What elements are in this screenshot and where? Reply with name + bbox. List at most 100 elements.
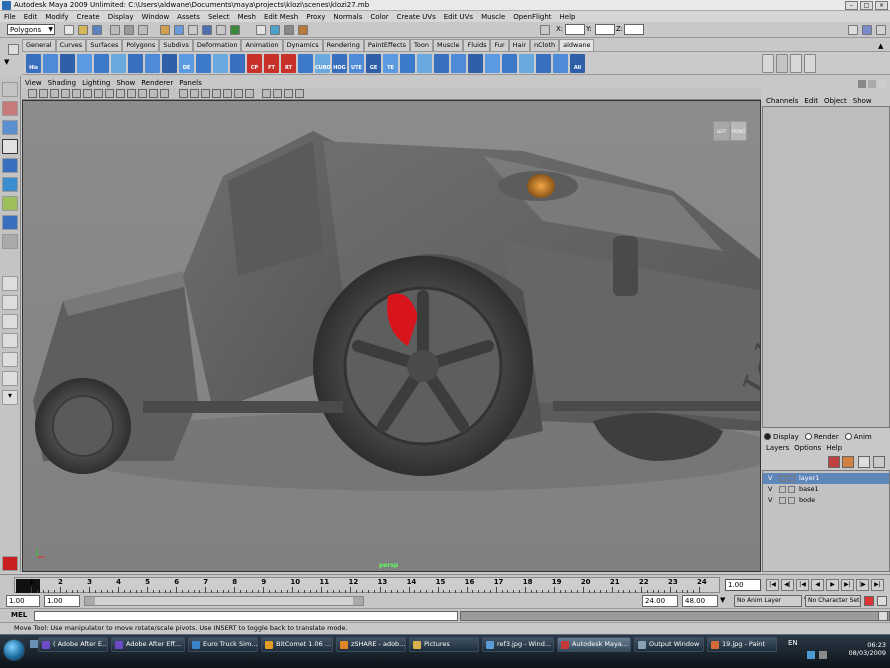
new-scene-icon[interactable] [64, 25, 74, 35]
layer-color-box[interactable] [788, 475, 795, 482]
cb-menu-object[interactable]: Object [824, 97, 847, 105]
shelf-tool-icon[interactable]: CUBO [315, 54, 331, 73]
mel-label[interactable]: MEL [11, 611, 27, 619]
select-camera-icon[interactable] [28, 89, 37, 98]
input-line-menu-icon[interactable] [540, 25, 550, 35]
shelf-tool-icon[interactable] [94, 54, 109, 73]
snap-point-icon[interactable] [216, 25, 226, 35]
layer-menu-options[interactable]: Options [794, 444, 821, 452]
snap-plane-icon[interactable] [230, 25, 240, 35]
taskbar-item[interactable]: 19.jpg - Paint [707, 637, 777, 652]
taskbar-item[interactable]: Pictures [409, 637, 479, 652]
shelf-tool-icon[interactable] [451, 54, 466, 73]
menu-edit[interactable]: Edit [24, 13, 38, 21]
scale-tool-icon[interactable] [2, 177, 18, 192]
layout-outliner-icon[interactable] [2, 352, 18, 367]
soft-mod-tool-icon[interactable] [2, 215, 18, 230]
xray-icon[interactable] [273, 89, 282, 98]
tab-dynamics[interactable]: Dynamics [282, 39, 323, 51]
view-cube-left[interactable]: LEFT [713, 121, 730, 141]
shelf-scroll-up-icon[interactable]: ▲ [878, 42, 883, 50]
shelf-tool-icon[interactable] [145, 54, 160, 73]
tab-fluids[interactable]: Fluids [463, 39, 491, 51]
layer-row[interactable]: V base1 [763, 484, 889, 495]
maximize-button[interactable]: □ [860, 1, 873, 10]
menu-color[interactable]: Color [370, 13, 388, 21]
play-backwards-button[interactable]: ◀ [811, 579, 824, 591]
animation-end-field[interactable]: 48.00 [682, 595, 718, 607]
tab-subdivs[interactable]: Subdivs [159, 39, 193, 51]
grid-icon[interactable] [94, 89, 103, 98]
character-set-dropdown[interactable]: No Character Set [805, 595, 861, 607]
layer-visibility[interactable]: V [768, 495, 772, 505]
image-plane-icon[interactable] [72, 89, 81, 98]
shelf-tool-icon[interactable]: TE [383, 54, 398, 73]
menu-proxy[interactable]: Proxy [306, 13, 325, 21]
channel-box[interactable] [762, 106, 890, 428]
taskbar-item[interactable]: zSHARE - adob... [336, 637, 406, 652]
open-scene-icon[interactable] [78, 25, 88, 35]
layout-more-icon[interactable]: ▾ [2, 390, 18, 405]
layer-visibility[interactable]: V [768, 484, 772, 494]
radio-render[interactable]: Render [804, 433, 839, 441]
safe-title-icon[interactable] [160, 89, 169, 98]
select-object-icon[interactable] [124, 25, 134, 35]
wire-on-shaded-icon[interactable] [201, 89, 210, 98]
play-forwards-button[interactable]: ▶ [826, 579, 839, 591]
playback-end-field[interactable]: 24.00 [642, 595, 678, 607]
tab-deformation[interactable]: Deformation [192, 39, 242, 51]
wireframe-icon[interactable] [179, 89, 188, 98]
layout-single-icon[interactable] [2, 276, 18, 291]
default-quality-icon[interactable] [295, 89, 304, 98]
render-view-icon[interactable] [256, 25, 266, 35]
menu-create[interactable]: Create [76, 13, 99, 21]
cb-menu-show[interactable]: Show [853, 97, 872, 105]
perspective-viewport[interactable]: Jaldwane LEFT FRONT persp [22, 100, 761, 572]
tab-curves[interactable]: Curves [55, 39, 87, 51]
xray-joints-icon[interactable] [284, 89, 293, 98]
shelf-editor-icon[interactable] [762, 54, 774, 73]
shelf-tool-icon[interactable] [196, 54, 211, 73]
taskbar-item[interactable]: Adobe After Eff... [111, 637, 185, 652]
view-cube-front[interactable]: FRONT [730, 121, 747, 141]
layout-four-icon[interactable] [2, 295, 18, 310]
shelf-tool-icon[interactable]: RT [281, 54, 296, 73]
layer-row[interactable]: V layer1 [763, 473, 889, 484]
menu-modify[interactable]: Modify [45, 13, 68, 21]
menu-edit-uvs[interactable]: Edit UVs [444, 13, 473, 21]
bookmark-icon[interactable] [61, 89, 70, 98]
render-icon[interactable] [270, 25, 280, 35]
time-slider-bar[interactable]: 1 2 3 4 5 6 7 8 9 10 11 12 13 14 15 16 17 18 19 20 21 22 23 24 [14, 577, 720, 593]
layout-two-stack-icon[interactable] [2, 333, 18, 348]
taskbar-item[interactable]: ( Adobe After E... [38, 637, 108, 652]
lasso-tool-icon[interactable] [2, 101, 18, 116]
taskbar-item[interactable]: Output Window [634, 637, 704, 652]
layer-color-box[interactable] [788, 497, 795, 504]
clock[interactable]: 06:23 08/03/2009 [849, 641, 886, 657]
layer-editor-icon[interactable] [868, 80, 876, 88]
menu-help[interactable]: Help [560, 13, 576, 21]
tab-aldwane[interactable]: aldwane [559, 39, 595, 51]
tab-animation[interactable]: Animation [241, 39, 283, 51]
camera-attr-icon[interactable] [50, 89, 59, 98]
range-slider-bar[interactable] [84, 596, 364, 606]
menu-display[interactable]: Display [108, 13, 134, 21]
new-layer-selected-icon[interactable] [842, 456, 854, 468]
shelf-tool-icon[interactable] [553, 54, 568, 73]
select-hierarchy-icon[interactable] [110, 25, 120, 35]
language-indicator[interactable]: EN [788, 639, 798, 647]
lights-icon[interactable] [234, 89, 243, 98]
shelf-editor-icon[interactable] [804, 54, 816, 73]
menu-select[interactable]: Select [208, 13, 230, 21]
z-field[interactable] [624, 24, 644, 35]
layer-editor-toggle-icon[interactable] [858, 456, 870, 468]
layout-graph-icon[interactable] [2, 371, 18, 386]
2d-pan-icon[interactable] [83, 89, 92, 98]
layer-menu-help[interactable]: Help [826, 444, 842, 452]
layer-visibility[interactable]: V [768, 473, 772, 483]
panel-menu-show[interactable]: Show [116, 79, 135, 87]
step-back-frame-button[interactable]: ◀| [781, 579, 794, 591]
smooth-shade-icon[interactable] [190, 89, 199, 98]
animation-start-field[interactable]: 1.00 [6, 595, 40, 607]
current-frame-field[interactable]: 1.00 [725, 579, 761, 591]
